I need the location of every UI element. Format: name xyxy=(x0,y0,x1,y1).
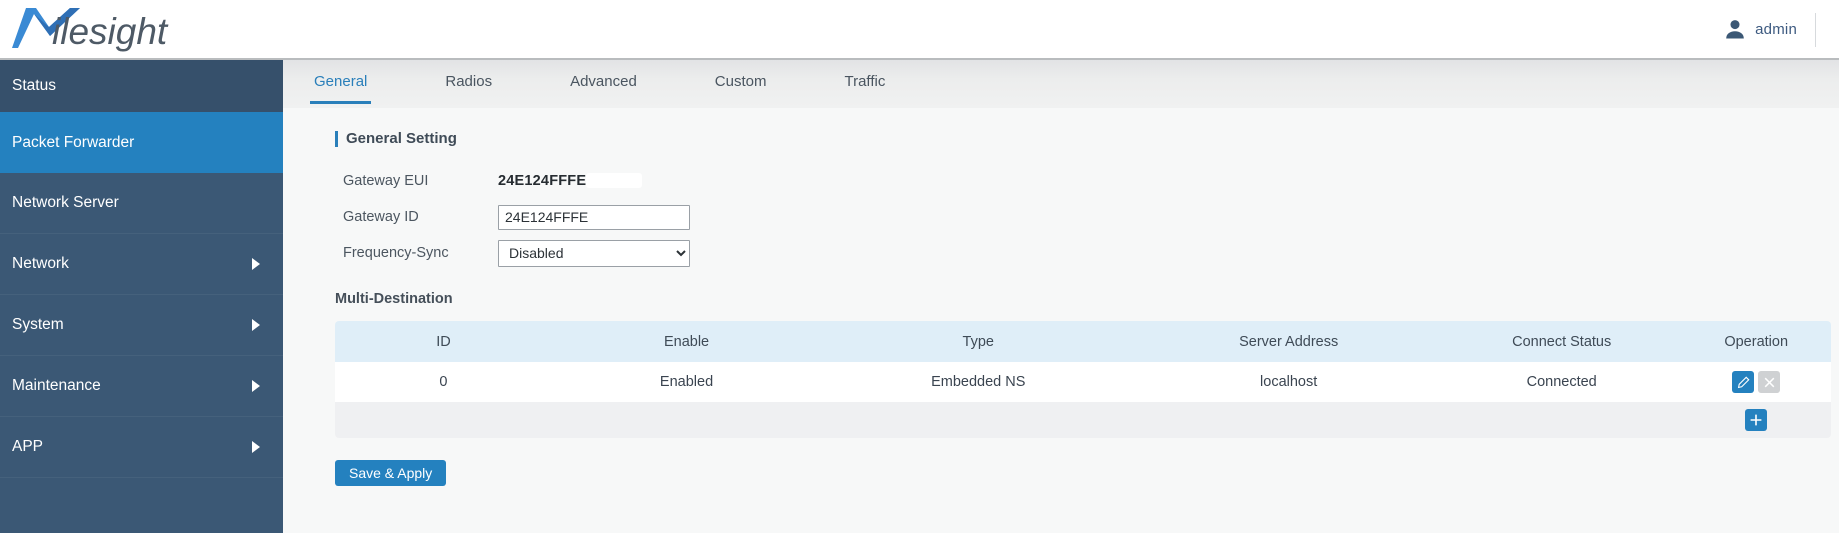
close-x-icon xyxy=(1763,376,1776,389)
main-sidebar: Status Packet Forwarder Network Server Netw… xyxy=(0,60,283,533)
form-row-gateway-eui: Gateway EUI 24E124FFFE xyxy=(283,163,1839,199)
column-header-type: Type xyxy=(821,321,1136,362)
column-header-operation: Operation xyxy=(1681,321,1831,362)
tab-radios[interactable]: Radios xyxy=(423,60,514,108)
gateway-id-redaction xyxy=(604,209,666,226)
sidebar-item-maintenance[interactable]: Maintenance xyxy=(0,356,283,417)
edit-destination-button[interactable] xyxy=(1732,371,1755,393)
sidebar-item-label: Network Server xyxy=(12,194,119,211)
header-divider xyxy=(1815,13,1816,47)
cell-type: Embedded NS xyxy=(821,362,1136,402)
subsection-multi-destination: Multi-Destination xyxy=(335,291,453,307)
app-root: ilesight admin Status Packet Forwarder Net… xyxy=(0,0,1839,533)
general-setting-form: Gateway EUI 24E124FFFE Gateway ID Freque… xyxy=(283,163,1839,271)
user-icon xyxy=(1724,18,1746,40)
table-body: 0 Enabled Embedded NS localhost Connected xyxy=(335,362,1831,402)
cell-id: 0 xyxy=(335,362,552,402)
table-row: 0 Enabled Embedded NS localhost Connected xyxy=(335,362,1831,402)
chevron-right-icon xyxy=(252,258,260,270)
frequency-sync-select[interactable]: Disabled xyxy=(498,239,690,267)
svg-text:ilesight: ilesight xyxy=(52,11,169,52)
footer-spacer xyxy=(335,402,1682,438)
sidebar-item-system[interactable]: System xyxy=(0,295,283,356)
sidebar-item-label: Status xyxy=(12,77,56,94)
chevron-right-icon xyxy=(252,441,260,453)
cell-operation xyxy=(1681,362,1831,402)
user-menu[interactable]: admin xyxy=(1724,0,1797,58)
tab-custom[interactable]: Custom xyxy=(693,60,789,108)
user-name-label: admin xyxy=(1755,20,1797,38)
frequency-sync-label: Frequency-Sync xyxy=(343,245,449,261)
content-area: General Radios Advanced Custom Traffic Gener… xyxy=(283,60,1839,533)
footer-add-cell xyxy=(1681,402,1831,438)
save-and-apply-button[interactable]: Save & Apply xyxy=(335,460,447,486)
section-title-general-setting: General Setting xyxy=(335,130,1839,147)
multi-destination-table: ID Enable Type Server Address Connect Status… xyxy=(335,321,1831,438)
sidebar-item-label: APP xyxy=(12,438,44,455)
form-row-frequency-sync: Frequency-Sync Disabled xyxy=(283,235,1839,271)
gateway-eui-label: Gateway EUI xyxy=(343,173,429,189)
pencil-icon xyxy=(1737,376,1750,389)
sidebar-item-label: System xyxy=(12,316,64,333)
tab-advanced[interactable]: Advanced xyxy=(548,60,659,108)
add-row-wrap xyxy=(1682,409,1830,431)
table-foot xyxy=(335,402,1831,438)
add-destination-button[interactable] xyxy=(1745,409,1768,431)
form-row-gateway-id: Gateway ID xyxy=(283,199,1839,235)
sidebar-item-label: Maintenance xyxy=(12,377,101,394)
tab-general[interactable]: General xyxy=(292,60,389,108)
cell-server-address: localhost xyxy=(1135,362,1442,402)
chevron-right-icon xyxy=(252,380,260,392)
tab-bar: General Radios Advanced Custom Traffic xyxy=(283,60,1839,108)
gateway-id-input-wrap xyxy=(498,204,690,230)
multi-destination-table-wrap: ID Enable Type Server Address Connect Status… xyxy=(335,321,1831,438)
delete-destination-button[interactable] xyxy=(1758,371,1781,393)
gateway-eui-text: 24E124FFFE xyxy=(498,173,587,189)
tab-traffic[interactable]: Traffic xyxy=(822,60,907,108)
column-header-server-address: Server Address xyxy=(1135,321,1442,362)
sidebar-item-status[interactable]: Status xyxy=(0,60,283,112)
gateway-eui-value: 24E124FFFE xyxy=(498,172,643,189)
chevron-right-icon xyxy=(252,319,260,331)
general-panel: General Setting Gateway EUI 24E124FFFE G… xyxy=(283,130,1839,486)
sidebar-item-packet-forwarder[interactable]: Packet Forwarder xyxy=(0,112,283,173)
column-header-id: ID xyxy=(335,321,552,362)
sidebar-item-label: Packet Forwarder xyxy=(12,133,135,151)
cell-enable: Enabled xyxy=(551,362,822,402)
top-header: ilesight admin xyxy=(0,0,1839,60)
table-footer-row xyxy=(335,402,1831,438)
sidebar-item-network[interactable]: Network xyxy=(0,234,283,295)
sidebar-item-empty xyxy=(0,478,283,533)
operation-buttons xyxy=(1682,371,1830,393)
plus-icon xyxy=(1749,413,1763,427)
sidebar-item-network-server[interactable]: Network Server xyxy=(0,173,283,234)
cell-connect-status: Connected xyxy=(1442,362,1682,402)
gateway-eui-redaction xyxy=(586,172,643,188)
column-header-enable: Enable xyxy=(551,321,822,362)
sidebar-item-label: Network xyxy=(12,255,69,272)
gateway-id-label: Gateway ID xyxy=(343,209,419,225)
column-header-connect-status: Connect Status xyxy=(1442,321,1682,362)
table-header-row: ID Enable Type Server Address Connect Status… xyxy=(335,321,1831,362)
sidebar-item-app[interactable]: APP xyxy=(0,417,283,478)
milesight-logo: ilesight xyxy=(12,3,212,55)
table-head: ID Enable Type Server Address Connect Status… xyxy=(335,321,1831,362)
